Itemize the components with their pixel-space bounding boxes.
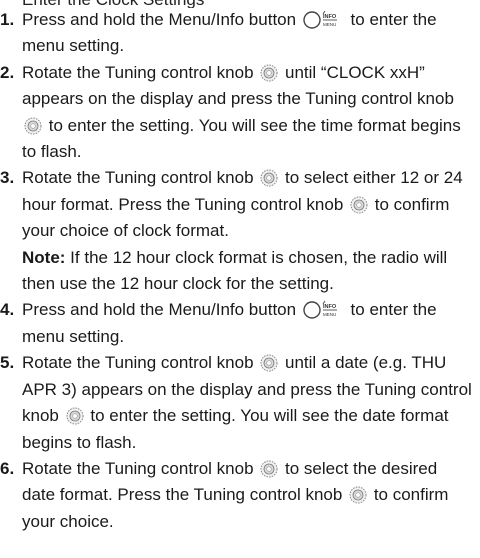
step-1: 1. Press and hold the Menu/Info button I… bbox=[0, 7, 480, 60]
step-number: 5. bbox=[0, 353, 15, 373]
tuning-knob-icon bbox=[260, 354, 278, 372]
svg-text:INFO: INFO bbox=[323, 14, 337, 20]
step-text: Rotate the Tuning control knob bbox=[22, 458, 254, 478]
tuning-knob-icon bbox=[260, 169, 278, 187]
menu-info-button-icon: INFO MENU bbox=[303, 300, 343, 320]
tuning-knob-icon bbox=[24, 117, 42, 135]
step-number: 4. bbox=[0, 300, 15, 320]
step-text: Rotate the Tuning control knob bbox=[22, 353, 254, 373]
tuning-knob-icon bbox=[66, 407, 84, 425]
step-4: 4. Press and hold the Menu/Info button I… bbox=[0, 297, 480, 350]
instruction-steps-list: 1. Press and hold the Menu/Info button I… bbox=[0, 7, 480, 535]
tuning-knob-icon bbox=[260, 64, 278, 82]
note-label: Note: bbox=[22, 247, 66, 267]
step-text: Press and hold the Menu/Info button bbox=[22, 10, 297, 29]
step-number: 6. bbox=[0, 458, 15, 478]
step-6: 6. Rotate the Tuning control knob to sel… bbox=[0, 456, 480, 535]
step-3: 3. Rotate the Tuning control knob to sel… bbox=[0, 165, 480, 297]
step-text: to enter the setting. You will see the d… bbox=[22, 406, 449, 452]
menu-info-button-icon: INFO MENU bbox=[303, 10, 343, 30]
svg-text:MENU: MENU bbox=[323, 22, 336, 27]
tuning-knob-icon bbox=[260, 460, 278, 478]
step-number: 1. bbox=[0, 10, 15, 29]
svg-text:INFO: INFO bbox=[323, 304, 337, 310]
step-5: 5. Rotate the Tuning control knob until … bbox=[0, 350, 480, 456]
tuning-knob-icon bbox=[349, 486, 367, 504]
step-2: 2. Rotate the Tuning control knob until … bbox=[0, 60, 480, 166]
svg-text:MENU: MENU bbox=[323, 312, 336, 317]
step-text: Press and hold the Menu/Info button bbox=[22, 300, 297, 320]
step-number: 2. bbox=[0, 62, 15, 82]
step-number: 3. bbox=[0, 168, 15, 188]
step-text: to enter the setting. You will see the t… bbox=[22, 115, 461, 162]
note-text: If the 12 hour clock format is chosen, t… bbox=[22, 247, 448, 294]
tuning-knob-icon bbox=[350, 196, 368, 214]
step-text: Rotate the Tuning control knob bbox=[22, 168, 254, 188]
step-text: Rotate the Tuning control knob bbox=[22, 62, 254, 82]
